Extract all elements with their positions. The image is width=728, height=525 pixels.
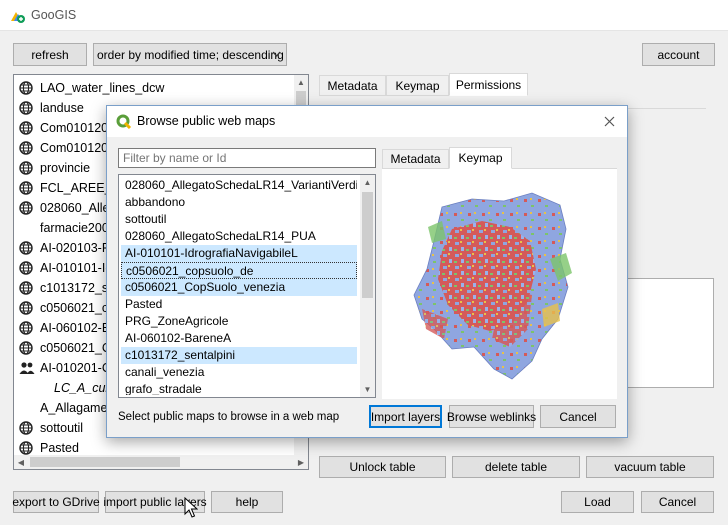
map-list[interactable]: 028060_AllegatoSchedaLR14_VariantiVerdi a…: [118, 174, 376, 398]
order-select-value: order by modified time; descending: [97, 48, 284, 62]
qgis-icon: [116, 114, 132, 130]
dialog-title-bar: Browse public web maps: [107, 106, 627, 137]
globe-icon: [19, 141, 33, 155]
dialog-tab-bar: Metadata Keymap: [382, 147, 617, 169]
blank-icon: [19, 221, 33, 235]
cancel-button[interactable]: Cancel: [641, 491, 714, 513]
layer-list-item-label: Pasted: [40, 441, 79, 455]
globe-icon: [19, 201, 33, 215]
map-list-item[interactable]: 028060_AllegatoSchedaLR14_VariantiVerdi: [121, 177, 357, 194]
globe-icon: [19, 81, 33, 95]
scroll-up-arrow[interactable]: ▲: [294, 75, 308, 89]
browse-dialog: Browse public web maps 028060_AllegatoSc…: [106, 105, 628, 438]
layer-list-item-label: landuse: [40, 101, 84, 115]
globe-icon: [19, 421, 33, 435]
layer-list-item[interactable]: AI-060102-Ba: [19, 318, 117, 338]
right-tab-bar: Metadata Keymap Permissions: [319, 73, 714, 97]
map-list-item[interactable]: PRG_ZoneAgricole: [121, 313, 357, 330]
layer-list-item[interactable]: A_Allagamen: [19, 398, 114, 418]
import-layers-button[interactable]: Import layers: [369, 405, 442, 428]
scroll-up-arrow[interactable]: ▲: [360, 175, 375, 190]
map-list-item[interactable]: AI-060102-BareneA: [121, 330, 357, 347]
layer-list-item[interactable]: provincie: [19, 158, 90, 178]
map-list-item[interactable]: c0506021_CopSuolo_venezia: [121, 279, 357, 296]
globe-icon: [19, 341, 33, 355]
layer-list-item[interactable]: landuse: [19, 98, 84, 118]
scroll-left-arrow[interactable]: ◀: [14, 455, 28, 469]
layer-list-item-label: AI-010101-Idr: [40, 261, 117, 275]
keymap-view: [382, 169, 617, 399]
map-list-item[interactable]: sottoutil: [121, 211, 357, 228]
layer-list-item-label: A_Allagamen: [40, 401, 115, 415]
dialog-tab-metadata[interactable]: Metadata: [382, 149, 449, 169]
users-icon: [19, 361, 35, 375]
globe-icon: [19, 261, 33, 275]
scroll-right-arrow[interactable]: ▶: [294, 455, 308, 469]
chevron-down-icon: [272, 51, 281, 57]
globe-icon: [19, 441, 33, 455]
map-list-item[interactable]: canali_venezia: [121, 364, 357, 381]
globe-icon: [19, 281, 33, 295]
close-icon[interactable]: [604, 116, 615, 127]
scroll-thumb[interactable]: [362, 192, 373, 298]
dialog-hint: Select public maps to browse in a web ma…: [118, 411, 340, 423]
blank-icon: [19, 401, 33, 415]
order-select[interactable]: order by modified time; descending: [93, 43, 287, 66]
tab-permissions[interactable]: Permissions: [449, 73, 528, 96]
layer-list-item-label: farmacie2000: [40, 221, 116, 235]
export-to-gdrive-button[interactable]: export to GDrive: [12, 491, 100, 513]
filter-input[interactable]: [118, 148, 376, 168]
title-bar: GooGIS: [0, 0, 728, 31]
tab-metadata[interactable]: Metadata: [319, 75, 386, 96]
globe-icon: [19, 101, 33, 115]
account-button[interactable]: account: [642, 43, 715, 66]
globe-icon: [19, 241, 33, 255]
layer-list-item-label: provincie: [40, 161, 91, 175]
globe-icon: [19, 321, 33, 335]
layer-list-item[interactable]: farmacie2000: [19, 218, 116, 238]
blank-icon: [33, 381, 47, 395]
layer-list-item[interactable]: Pasted: [19, 438, 79, 455]
help-button[interactable]: help: [211, 491, 283, 513]
layer-list-item[interactable]: AI-010101-Idr: [19, 258, 116, 278]
layer-list-item[interactable]: LAO_water_lines_dcw: [19, 78, 164, 98]
tab-keymap[interactable]: Keymap: [386, 75, 449, 96]
layer-list-item-label: LAO_water_lines_dcw: [40, 81, 165, 95]
dialog-title: Browse public web maps: [137, 114, 276, 128]
map-list-item[interactable]: c1013172_sentalpini: [121, 347, 357, 364]
scroll-thumb-horizontal[interactable]: [30, 457, 180, 467]
scroll-down-arrow[interactable]: ▼: [360, 382, 375, 397]
globe-icon: [19, 121, 33, 135]
app-icon: [11, 12, 25, 23]
layer-list-item-label: sottoutil: [40, 421, 84, 435]
delete-table-button[interactable]: delete table: [452, 456, 580, 478]
globe-icon: [19, 301, 33, 315]
keymap-image: [413, 192, 572, 380]
map-list-item[interactable]: c0506021_copsuolo_de: [121, 262, 357, 279]
layer-list-item[interactable]: AI-010201-Co: [19, 358, 118, 378]
map-list-item[interactable]: Pasted: [121, 296, 357, 313]
dialog-tab-keymap[interactable]: Keymap: [449, 147, 512, 169]
vacuum-table-button[interactable]: vacuum table: [586, 456, 714, 478]
globe-icon: [19, 181, 33, 195]
mouse-cursor-icon: [184, 497, 198, 518]
layer-list-horizontal-scrollbar[interactable]: ◀ ▶: [14, 455, 308, 469]
unlock-table-button[interactable]: Unlock table: [319, 456, 446, 478]
layer-list-item[interactable]: c0506021_Co: [19, 338, 118, 358]
layer-list-item[interactable]: AI-020103-Po: [19, 238, 117, 258]
dialog-cancel-button[interactable]: Cancel: [540, 405, 616, 428]
window-title: GooGIS: [31, 8, 77, 22]
refresh-button[interactable]: refresh: [13, 43, 87, 66]
globe-icon: [19, 161, 33, 175]
map-list-item[interactable]: abbandono: [121, 194, 357, 211]
map-list-scrollbar[interactable]: ▲ ▼: [360, 175, 375, 397]
map-list-items: 028060_AllegatoSchedaLR14_VariantiVerdi a…: [119, 177, 359, 395]
map-list-item[interactable]: grafo_stradale: [121, 381, 357, 395]
layer-list-item[interactable]: sottoutil: [19, 418, 83, 438]
browse-weblinks-button[interactable]: Browse weblinks: [447, 405, 536, 428]
map-list-item[interactable]: AI-010101-IdrografiaNavigabileL: [121, 245, 357, 262]
permissions-textbox[interactable]: [619, 278, 714, 388]
map-list-item[interactable]: 028060_AllegatoSchedaLR14_PUA: [121, 228, 357, 245]
load-button[interactable]: Load: [561, 491, 634, 513]
